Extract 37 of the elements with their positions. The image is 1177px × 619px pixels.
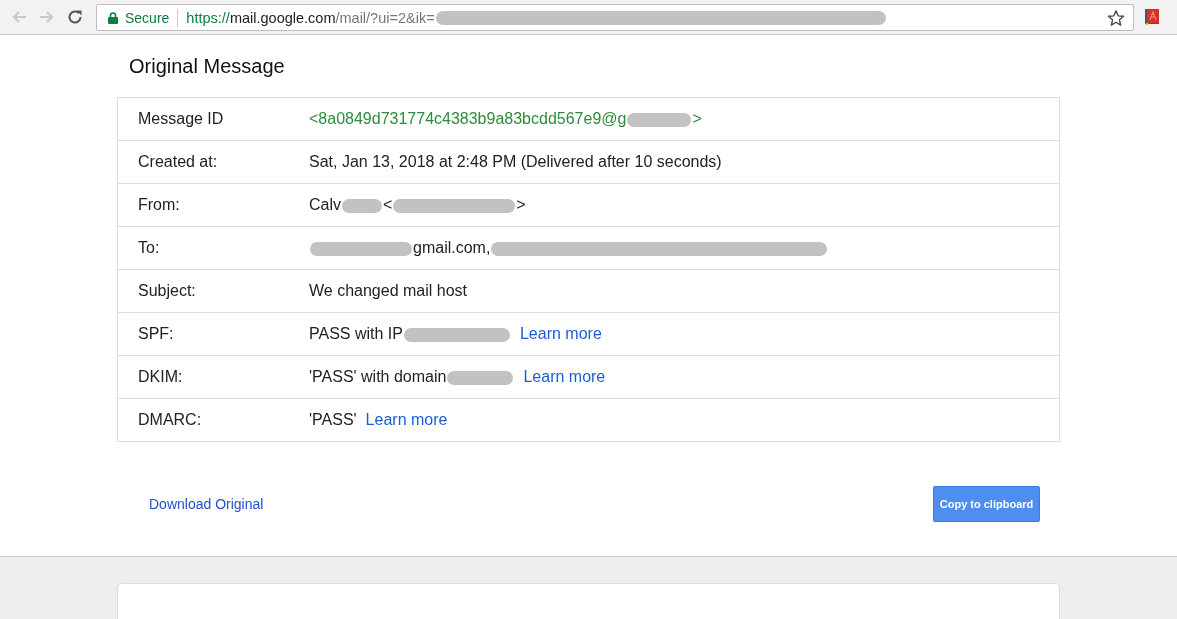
redaction-mark bbox=[447, 370, 514, 385]
row-label: DKIM: bbox=[138, 368, 183, 385]
back-arrow-icon bbox=[11, 9, 27, 25]
learn-more-link[interactable]: Learn more bbox=[365, 411, 448, 428]
forward-arrow-icon bbox=[39, 9, 55, 25]
value-text: gmail.com, bbox=[413, 239, 491, 256]
url-text: https://mail.google.com/mail/?ui=2&ik= bbox=[186, 9, 435, 26]
value-text: > bbox=[516, 196, 526, 213]
redaction-mark bbox=[627, 112, 692, 127]
security-label: Secure bbox=[125, 9, 170, 26]
row-label: From: bbox=[138, 196, 180, 213]
message-id-text: <8a0849d731774c4383b9a83bcdd567e9@g bbox=[309, 110, 627, 127]
value-text: Sat, Jan 13, 2018 at 2:48 PM (Delivered after 10 seconds) bbox=[309, 153, 722, 170]
message-id-text: > bbox=[692, 110, 702, 127]
row-label: Created at: bbox=[138, 153, 218, 170]
lock-icon bbox=[108, 11, 118, 24]
value-text: 'PASS' bbox=[309, 411, 357, 428]
address-field[interactable]: Secure https://mail.google.com/mail/?ui=2&ik= bbox=[96, 4, 1134, 31]
reload-icon bbox=[67, 9, 83, 25]
learn-more-link[interactable]: Learn more bbox=[519, 325, 602, 342]
row-label: Message ID bbox=[138, 110, 224, 127]
copy-to-clipboard-button[interactable]: Copy to clipboard bbox=[933, 486, 1040, 522]
row-label: To: bbox=[138, 239, 160, 256]
download-original-link[interactable]: Download Original bbox=[149, 496, 264, 512]
page-title: Original Message bbox=[128, 54, 286, 79]
value-text: We changed mail host bbox=[309, 282, 467, 299]
learn-more-link[interactable]: Learn more bbox=[523, 368, 606, 385]
row-label: DMARC: bbox=[138, 411, 202, 428]
book-icon[interactable] bbox=[1145, 9, 1159, 25]
row-label: SPF: bbox=[138, 325, 174, 342]
value-text: PASS with IP bbox=[309, 325, 403, 342]
value-text: < bbox=[383, 196, 393, 213]
redaction-mark bbox=[342, 198, 382, 213]
value-text: Calv bbox=[309, 196, 341, 213]
value-text: 'PASS' with domain bbox=[309, 368, 447, 385]
star-icon[interactable] bbox=[1107, 8, 1125, 27]
row-label: Subject: bbox=[138, 282, 196, 299]
